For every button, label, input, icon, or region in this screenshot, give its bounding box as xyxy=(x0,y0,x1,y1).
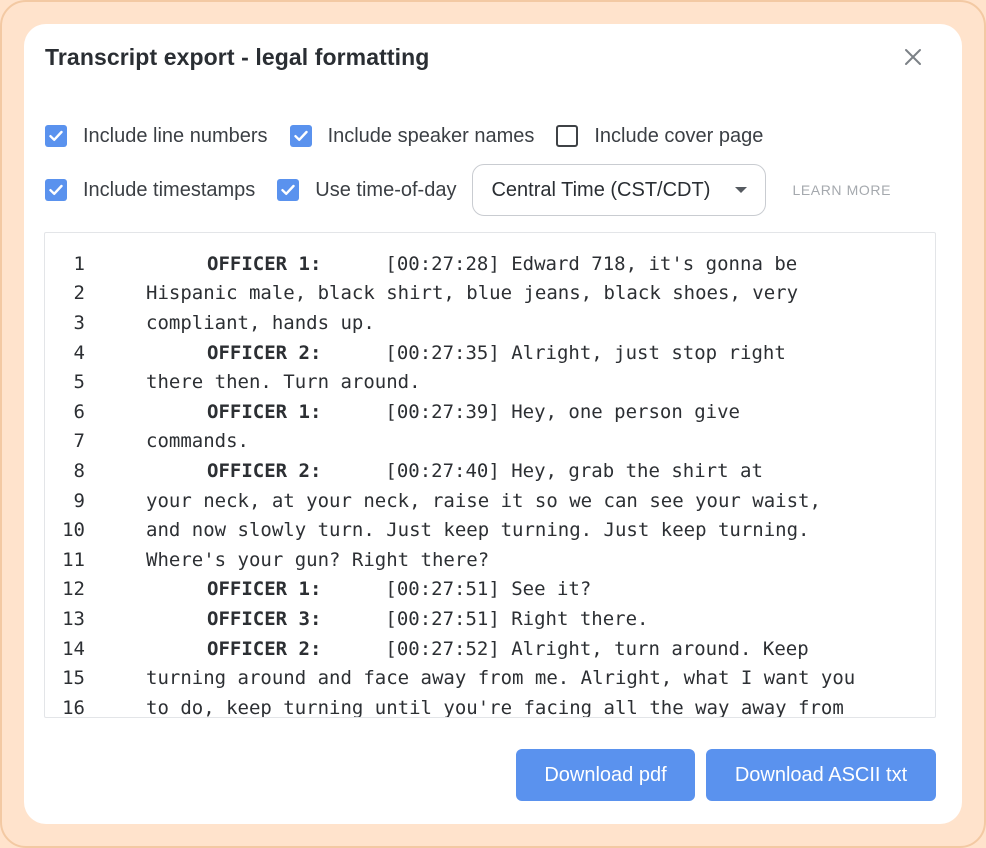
transcript-line: 1 OFFICER 1: [00:27:28] Edward 718, it's g… xyxy=(45,249,935,279)
transcript-preview[interactable]: 1 OFFICER 1: [00:27:28] Edward 718, it's g… xyxy=(44,232,936,718)
export-dialog: Transcript export - legal formatting Inc… xyxy=(24,24,962,824)
timezone-value: Central Time (CST/CDT) xyxy=(491,178,711,201)
speaker-names-label: Include speaker names xyxy=(327,124,535,147)
line-text: turning around and face away from me. Al… xyxy=(146,667,856,690)
line-number: 10 xyxy=(62,519,85,542)
line-text: compliant, hands up. xyxy=(146,311,375,334)
dialog-title: Transcript export - legal formatting xyxy=(45,44,430,70)
transcript-line: 15 turning around and face away from me. … xyxy=(45,663,935,693)
caret-down-icon xyxy=(735,187,748,193)
transcript-line: 2 Hispanic male, black shirt, blue jeans,… xyxy=(45,279,935,309)
line-text: [00:27:51] See it? xyxy=(385,578,592,601)
line-text: [00:27:52] Alright, turn around. Keep xyxy=(385,637,809,660)
line-number: 3 xyxy=(73,311,85,334)
line-text: [00:27:28] Edward 718, it's gonna be xyxy=(385,252,798,275)
checkmark-icon xyxy=(49,184,63,195)
cover-page-checkbox[interactable] xyxy=(556,125,579,147)
transcript-line: 11 Where's your gun? Right there? xyxy=(45,545,935,575)
options-row-2: Include timestamps Use time-of-day Centr… xyxy=(45,164,891,216)
transcript-line: 5 there then. Turn around. xyxy=(45,367,935,397)
line-numbers-checkbox[interactable] xyxy=(45,125,67,147)
line-text: [00:27:35] Alright, just stop right xyxy=(385,341,786,364)
speaker-name: OFFICER 2: xyxy=(207,459,322,482)
line-text: [00:27:40] Hey, grab the shirt at xyxy=(385,459,763,482)
download-pdf-button[interactable]: Download pdf xyxy=(516,749,695,801)
close-icon xyxy=(905,49,921,65)
transcript-line: 13 OFFICER 3: [00:27:51] Right there. xyxy=(45,604,935,634)
time-of-day-checkbox[interactable] xyxy=(277,179,300,201)
line-number: 5 xyxy=(73,371,85,394)
line-number: 6 xyxy=(73,400,85,423)
options-row-1: Include line numbers Include speaker nam… xyxy=(45,121,785,151)
transcript-line: 8 OFFICER 2: [00:27:40] Hey, grab the shir… xyxy=(45,456,935,486)
line-text: Hispanic male, black shirt, blue jeans, … xyxy=(146,282,799,305)
checkmark-icon xyxy=(281,184,295,195)
line-number: 1 xyxy=(73,252,85,275)
line-number: 15 xyxy=(62,667,85,690)
line-number: 9 xyxy=(73,489,85,512)
line-text: Where's your gun? Right there? xyxy=(146,548,490,571)
speaker-name: OFFICER 2: xyxy=(207,341,322,364)
line-text: [00:27:51] Right there. xyxy=(385,607,649,630)
line-text: to do, keep turning until you're facing … xyxy=(146,696,844,718)
option-timestamps[interactable]: Include timestamps xyxy=(45,179,255,202)
line-text: there then. Turn around. xyxy=(146,371,421,394)
line-number: 13 xyxy=(62,607,85,630)
transcript-line: 4 OFFICER 2: [00:27:35] Alright, just stop… xyxy=(45,338,935,368)
option-speaker-names[interactable]: Include speaker names xyxy=(289,124,535,148)
line-text: your neck, at your neck, raise it so we … xyxy=(146,489,821,512)
cover-page-label: Include cover page xyxy=(594,124,764,147)
line-number: 11 xyxy=(62,548,85,571)
speaker-name: OFFICER 1: xyxy=(207,400,322,423)
transcript-line: 10 and now slowly turn. Just keep turning… xyxy=(45,515,935,545)
line-number: 8 xyxy=(73,459,85,482)
time-of-day-label: Use time-of-day xyxy=(315,178,457,201)
line-number: 7 xyxy=(73,430,85,453)
line-numbers-label: Include line numbers xyxy=(83,124,268,147)
close-button[interactable] xyxy=(900,44,926,70)
transcript-line: 14 OFFICER 2: [00:27:52] Alright, turn aro… xyxy=(45,634,935,664)
transcript-line: 16 to do, keep turning until you're facin… xyxy=(45,693,935,718)
line-number: 14 xyxy=(62,637,85,660)
speaker-name: OFFICER 2: xyxy=(207,637,322,660)
option-time-of-day[interactable]: Use time-of-day xyxy=(277,179,456,202)
checkmark-icon xyxy=(49,130,63,141)
speaker-name: OFFICER 3: xyxy=(207,607,322,630)
line-number: 2 xyxy=(73,282,85,305)
speaker-name: OFFICER 1: xyxy=(207,578,322,601)
transcript-line: 9 your neck, at your neck, raise it so we… xyxy=(45,486,935,516)
speaker-names-checkbox[interactable] xyxy=(289,125,312,147)
line-number: 16 xyxy=(62,696,85,718)
timestamps-checkbox[interactable] xyxy=(45,179,67,201)
line-text: and now slowly turn. Just keep turning. … xyxy=(146,519,810,542)
transcript-line: 3 compliant, hands up. xyxy=(45,308,935,338)
checkmark-icon xyxy=(293,130,308,141)
line-number: 4 xyxy=(73,341,85,364)
transcript-line: 6 OFFICER 1: [00:27:39] Hey, one person gi… xyxy=(45,397,935,427)
transcript-line: 12 OFFICER 1: [00:27:51] See it? xyxy=(45,575,935,605)
option-cover-page[interactable]: Include cover page xyxy=(556,125,763,148)
download-ascii-txt-button[interactable]: Download ASCII txt xyxy=(706,749,936,801)
line-text: commands. xyxy=(146,430,249,453)
line-number: 12 xyxy=(62,578,85,601)
speaker-name: OFFICER 1: xyxy=(207,252,322,275)
timezone-select[interactable]: Central Time (CST/CDT) xyxy=(472,164,767,216)
option-line-numbers[interactable]: Include line numbers xyxy=(45,125,268,148)
timestamps-label: Include timestamps xyxy=(83,178,256,201)
line-text: [00:27:39] Hey, one person give xyxy=(385,400,740,423)
transcript-line: 7 commands. xyxy=(45,427,935,457)
learn-more-link[interactable]: LEARN MORE xyxy=(792,182,891,198)
